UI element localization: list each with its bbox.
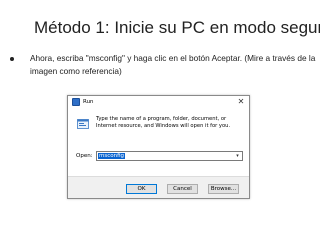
chevron-down-icon[interactable]: ▾ [234, 153, 241, 159]
ok-button[interactable]: OK [126, 184, 157, 194]
slide-title: Método 1: Inicie su PC en modo seguro [34, 18, 320, 37]
run-program-icon [77, 119, 89, 129]
dialog-titlebar: Run ✕ [68, 96, 249, 108]
bullet-dot [10, 57, 14, 61]
open-field-value[interactable]: msconfig [98, 153, 126, 159]
run-app-icon [72, 98, 80, 106]
cancel-button[interactable]: Cancel [167, 184, 198, 194]
dialog-description: Type the name of a program, folder, docu… [96, 116, 231, 129]
run-dialog: Run ✕ Type the name of a program, folder… [67, 95, 250, 199]
close-icon[interactable]: ✕ [236, 96, 246, 107]
button-bar: OK Cancel Browse... [68, 176, 249, 198]
dialog-title: Run [83, 99, 94, 105]
open-field[interactable]: msconfig ▾ [96, 151, 243, 161]
browse-button[interactable]: Browse... [208, 184, 239, 194]
open-label: Open: [76, 153, 93, 159]
bullet-text: Ahora, escriba "msconfig" y haga clic en… [30, 53, 316, 76]
